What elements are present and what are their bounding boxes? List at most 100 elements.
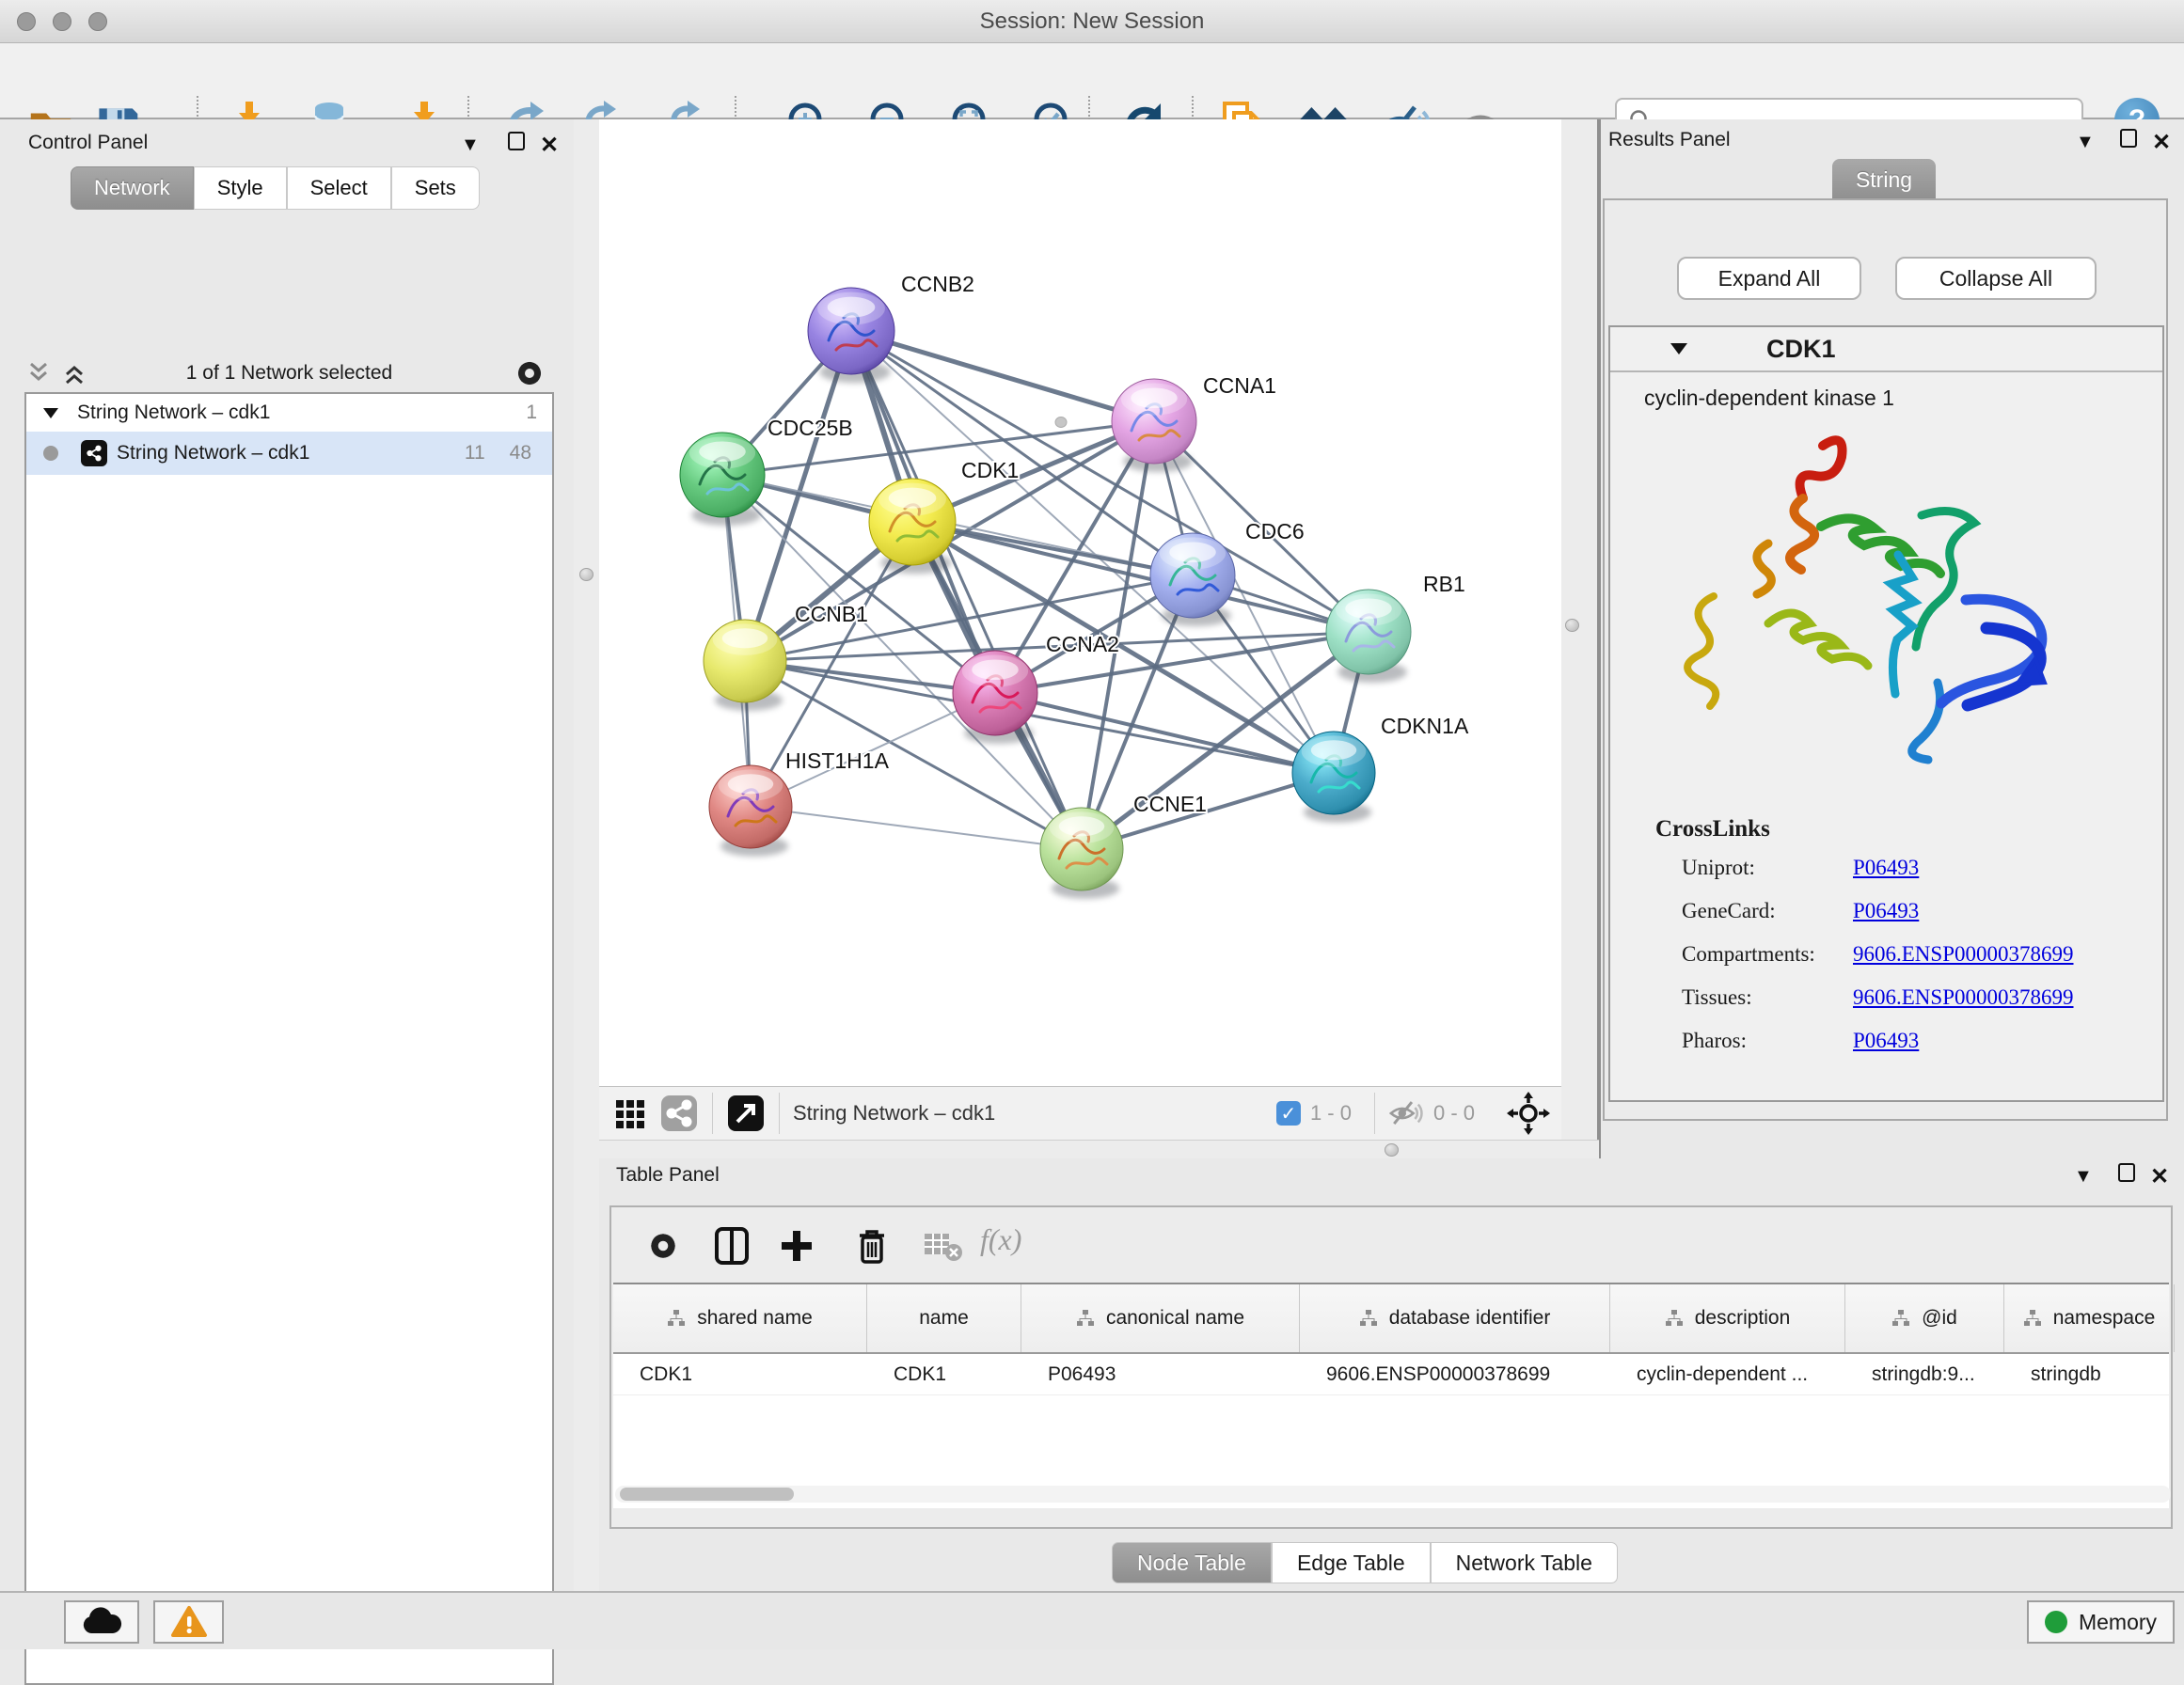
window-title: Session: New Session xyxy=(0,8,2184,35)
selected-indicator-checkbox[interactable]: ✓ xyxy=(1276,1101,1301,1126)
panel-float-icon[interactable]: ▼ xyxy=(461,134,480,156)
table-cell[interactable]: stringdb xyxy=(2004,1363,2175,1386)
status-bar: Memory xyxy=(0,1591,2184,1649)
panel-float-icon[interactable]: ▼ xyxy=(2076,132,2095,153)
tab-select[interactable]: Select xyxy=(287,166,391,210)
panel-close-icon[interactable]: ✕ xyxy=(540,132,559,159)
panel-maximize-icon[interactable] xyxy=(2120,129,2137,153)
table-options-gear-icon[interactable] xyxy=(640,1222,687,1269)
column-header-database-identifier[interactable]: database identifier xyxy=(1300,1284,1610,1352)
detach-view-icon[interactable] xyxy=(726,1094,766,1133)
function-builder-button[interactable]: f(x) xyxy=(980,1222,1021,1257)
network-type-icon xyxy=(81,440,107,466)
network-canvas[interactable]: CCNB2CCNA1CDC25BCDK1CDC6RB1CCNB1CCNA2CDK… xyxy=(599,119,1561,1086)
network-edge-HIST1H1A-CCNE1[interactable] xyxy=(751,807,1082,849)
table-cell[interactable]: CDK1 xyxy=(867,1363,1021,1386)
crosslink-label: Uniprot: xyxy=(1682,856,1853,880)
table-cell[interactable]: stringdb:9... xyxy=(1845,1363,2004,1386)
protein-structure-image xyxy=(1655,412,2088,788)
network-selection-status: 1 of 1 Network selected xyxy=(24,362,554,385)
table-cell[interactable]: CDK1 xyxy=(613,1363,867,1386)
show-columns-icon[interactable] xyxy=(708,1222,755,1269)
control-panel-tabs: Network Style Select Sets xyxy=(71,166,480,210)
protein-result-card: CDK1 cyclin-dependent kinase 1 xyxy=(1608,325,2164,1102)
string-results-container: Expand All Collapse All CDK1 cyclin-depe… xyxy=(1603,198,2168,1121)
crosslink-row: Pharos: P06493 xyxy=(1682,1029,2162,1053)
table-cell[interactable]: cyclin-dependent ... xyxy=(1610,1363,1845,1386)
divider-handle[interactable] xyxy=(1385,1143,1399,1157)
tab-style[interactable]: Style xyxy=(194,166,287,210)
node-label-CCNA2: CCNA2 xyxy=(1046,632,1119,656)
crosslink-uniprot-link[interactable]: P06493 xyxy=(1853,856,1919,879)
hidden-eye-icon[interactable] xyxy=(1388,1097,1424,1129)
add-column-icon[interactable] xyxy=(773,1222,820,1269)
network-graph: CCNB2CCNA1CDC25BCDK1CDC6RB1CCNB1CCNA2CDK… xyxy=(599,119,1561,1086)
tab-network[interactable]: Network xyxy=(71,166,194,210)
column-header-shared-name[interactable]: shared name xyxy=(613,1284,867,1352)
column-header--id[interactable]: @id xyxy=(1845,1284,2004,1352)
panel-close-icon[interactable]: ✕ xyxy=(2150,1163,2169,1190)
panel-float-icon[interactable]: ▼ xyxy=(2074,1166,2093,1188)
node-label-CDKN1A: CDKN1A xyxy=(1381,714,1469,738)
column-header-namespace[interactable]: namespace xyxy=(2004,1284,2175,1352)
table-container: f(x) shared namenamecanonical namedataba… xyxy=(609,1205,2173,1529)
tree-expand-icon[interactable] xyxy=(41,405,60,420)
tab-network-table[interactable]: Network Table xyxy=(1431,1542,1618,1583)
node-label-CCNE1: CCNE1 xyxy=(1133,792,1207,816)
network-view-title: String Network – cdk1 xyxy=(793,1101,995,1126)
network-edge-CCNA2-CDKN1A[interactable] xyxy=(995,693,1334,773)
crosslink-pharos-link[interactable]: P06493 xyxy=(1853,1029,1919,1052)
crosslink-compartments-link[interactable]: 9606.ENSP00000378699 xyxy=(1853,942,2074,966)
table-header-row: shared namenamecanonical namedatabase id… xyxy=(613,1284,2169,1354)
birdseye-navigator-icon[interactable] xyxy=(1507,1092,1550,1135)
expand-all-icon[interactable] xyxy=(60,360,88,386)
protein-card-header[interactable]: CDK1 xyxy=(1610,327,2162,372)
node-label-CDK1: CDK1 xyxy=(961,458,1019,482)
delete-table-icon[interactable] xyxy=(920,1222,967,1269)
memory-button[interactable]: Memory xyxy=(2027,1600,2175,1644)
warning-status-button[interactable] xyxy=(153,1600,224,1644)
tab-edge-table[interactable]: Edge Table xyxy=(1272,1542,1431,1583)
grid-view-icon[interactable] xyxy=(612,1094,650,1132)
network-view-icon[interactable] xyxy=(659,1094,699,1133)
collapse-card-icon[interactable] xyxy=(1669,340,1689,357)
column-header-canonical-name[interactable]: canonical name xyxy=(1021,1284,1300,1352)
panel-close-icon[interactable]: ✕ xyxy=(2152,129,2171,156)
main-toolbar: ? xyxy=(0,43,2184,119)
scrollbar-thumb[interactable] xyxy=(620,1488,794,1501)
column-header-description[interactable]: description xyxy=(1610,1284,1845,1352)
divider-handle[interactable] xyxy=(579,568,593,581)
network-collection-row[interactable]: String Network – cdk1 1 xyxy=(26,394,552,432)
network-edge-CCNB2-CCNA1[interactable] xyxy=(851,331,1154,421)
collapse-all-icon[interactable] xyxy=(24,360,53,386)
node-label-CDC25B: CDC25B xyxy=(768,416,853,440)
protein-name: CDK1 xyxy=(1766,335,1836,364)
table-row[interactable]: CDK1CDK1P064939606.ENSP00000378699cyclin… xyxy=(613,1354,2169,1395)
right-split-divider[interactable] xyxy=(1561,119,1599,1158)
memory-label: Memory xyxy=(2079,1610,2157,1635)
table-cell[interactable]: P06493 xyxy=(1021,1363,1300,1386)
delete-column-trash-icon[interactable] xyxy=(848,1222,895,1269)
table-cell[interactable]: 9606.ENSP00000378699 xyxy=(1300,1363,1610,1386)
panel-maximize-icon[interactable] xyxy=(2118,1163,2135,1188)
table-tabs: Node Table Edge Table Network Table xyxy=(1112,1542,1618,1583)
left-split-divider[interactable] xyxy=(574,119,599,1591)
expand-all-button[interactable]: Expand All xyxy=(1677,257,1861,300)
collapse-all-button[interactable]: Collapse All xyxy=(1895,257,2097,300)
network-row-selected[interactable]: String Network – cdk1 11 48 xyxy=(26,432,552,475)
divider-handle[interactable] xyxy=(1565,619,1579,632)
panel-maximize-icon[interactable] xyxy=(508,132,525,156)
tab-sets[interactable]: Sets xyxy=(391,166,480,210)
crosslink-genecard-link[interactable]: P06493 xyxy=(1853,899,1919,922)
network-options-gear-icon[interactable] xyxy=(513,356,546,390)
table-panel: Table Panel ▼ ✕ f(x) shared namenamecano… xyxy=(599,1158,2184,1591)
tab-node-table[interactable]: Node Table xyxy=(1112,1542,1272,1583)
warning-icon xyxy=(170,1605,208,1639)
crosslink-tissues-link[interactable]: 9606.ENSP00000378699 xyxy=(1853,985,2074,1009)
column-header-name[interactable]: name xyxy=(867,1284,1021,1352)
network-list-header: 1 of 1 Network selected xyxy=(24,357,554,389)
horizontal-scrollbar[interactable] xyxy=(615,1486,2171,1503)
crosslinks-section: CrossLinks Uniprot: P06493 GeneCard: P06… xyxy=(1610,816,2162,1072)
cloud-status-button[interactable] xyxy=(64,1600,139,1644)
tab-string[interactable]: String xyxy=(1832,159,1936,200)
